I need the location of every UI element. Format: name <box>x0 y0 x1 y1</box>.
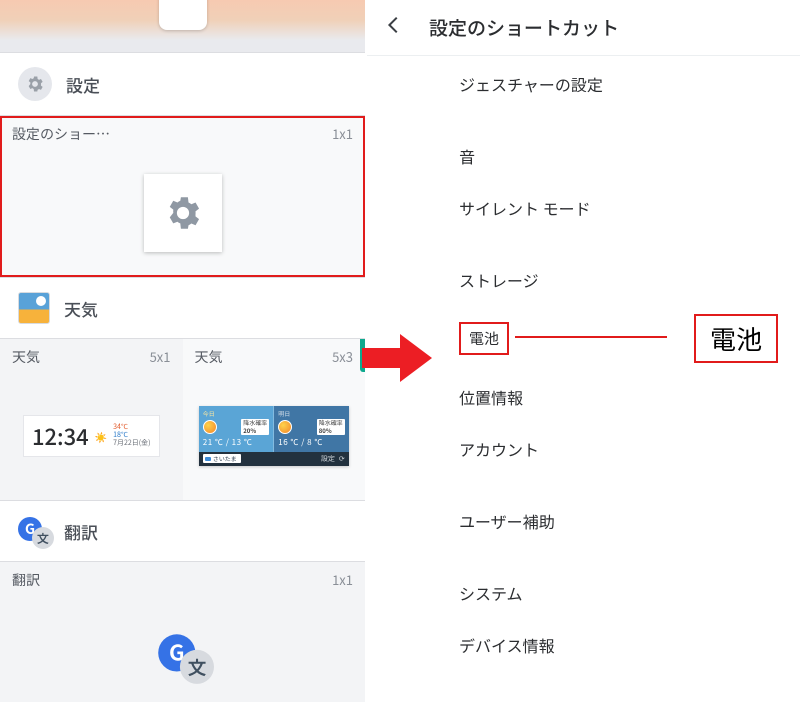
panel-header: 設定のショートカット <box>367 0 800 56</box>
widget-name: 翻訳 <box>12 570 40 590</box>
previous-widget-peek <box>159 0 207 30</box>
battery-label: 電池 <box>459 322 509 355</box>
item-system[interactable]: システム <box>367 567 800 619</box>
section-settings[interactable]: 設定 <box>0 52 365 116</box>
widget-size: 5x3 <box>332 347 353 366</box>
section-title: 設定 <box>66 72 100 97</box>
item-sound[interactable]: 音 <box>367 130 800 182</box>
widget-name: 設定のショー… <box>12 124 110 144</box>
widget-weather-clock[interactable]: 天気 5x1 12:34 ☀️ 34℃ 18℃ 7月22日(金) <box>0 339 183 500</box>
item-gesture[interactable]: ジェスチャーの設定 <box>367 58 800 110</box>
section-weather[interactable]: 天気 <box>0 277 365 339</box>
item-storage[interactable]: ストレージ <box>367 254 800 306</box>
location-chip: さいたま <box>203 454 241 463</box>
widget-preview: G文 <box>12 609 353 691</box>
item-device[interactable]: デバイス情報 <box>367 619 800 671</box>
weather-two-day: 今日 降水確率20% 21 ℃ / 13 ℃ 明日 <box>199 406 349 466</box>
clock-time: 12:34 <box>32 420 89 452</box>
section-translate[interactable]: G文 翻訳 <box>0 500 365 562</box>
section-title: 天気 <box>64 296 98 321</box>
widget-name: 天気 <box>195 347 223 367</box>
translate-icon: G文 <box>158 631 208 681</box>
widget-preview: 今日 降水確率20% 21 ℃ / 13 ℃ 明日 <box>195 386 354 486</box>
widget-preview: 12:34 ☀️ 34℃ 18℃ 7月22日(金) <box>12 386 171 486</box>
weather-icon <box>18 292 50 324</box>
item-a11y[interactable]: ユーザー補助 <box>367 495 800 547</box>
refresh-icon: ⟳ <box>339 454 345 464</box>
widget-weather-multi[interactable]: 天気 5x3 今日 降水確率20% 21 ℃ / 13 ℃ <box>183 339 366 500</box>
sun-icon <box>203 420 217 434</box>
callout-line-icon <box>515 336 667 338</box>
settings-tile-icon <box>144 174 222 252</box>
back-icon[interactable] <box>383 14 405 41</box>
sun-icon: ☀️ <box>95 429 107 444</box>
widget-size: 1x1 <box>332 570 353 589</box>
widget-size: 1x1 <box>332 124 353 143</box>
clock-temps: 34℃ 18℃ 7月22日(金) <box>113 424 150 447</box>
sun-icon <box>278 420 292 434</box>
battery-callout: 電池 <box>694 314 778 363</box>
item-silent[interactable]: サイレント モード <box>367 182 800 234</box>
section-title: 翻訳 <box>64 519 98 544</box>
widget-picker-panel: 設定 設定のショー… 1x1 天気 天気 5x1 12:34 <box>0 0 365 702</box>
gear-icon <box>18 67 52 101</box>
widget-translate[interactable]: 翻訳 1x1 G文 <box>0 562 365 702</box>
widget-preview <box>12 163 353 263</box>
translate-icon: G文 <box>18 515 50 547</box>
widget-settings-shortcut[interactable]: 設定のショー… 1x1 <box>0 116 365 277</box>
page-title: 設定のショートカット <box>429 14 619 41</box>
widget-name: 天気 <box>12 347 40 367</box>
arrow-icon <box>360 332 434 389</box>
item-account[interactable]: アカウント <box>367 423 800 475</box>
widget-size: 5x1 <box>150 347 171 366</box>
